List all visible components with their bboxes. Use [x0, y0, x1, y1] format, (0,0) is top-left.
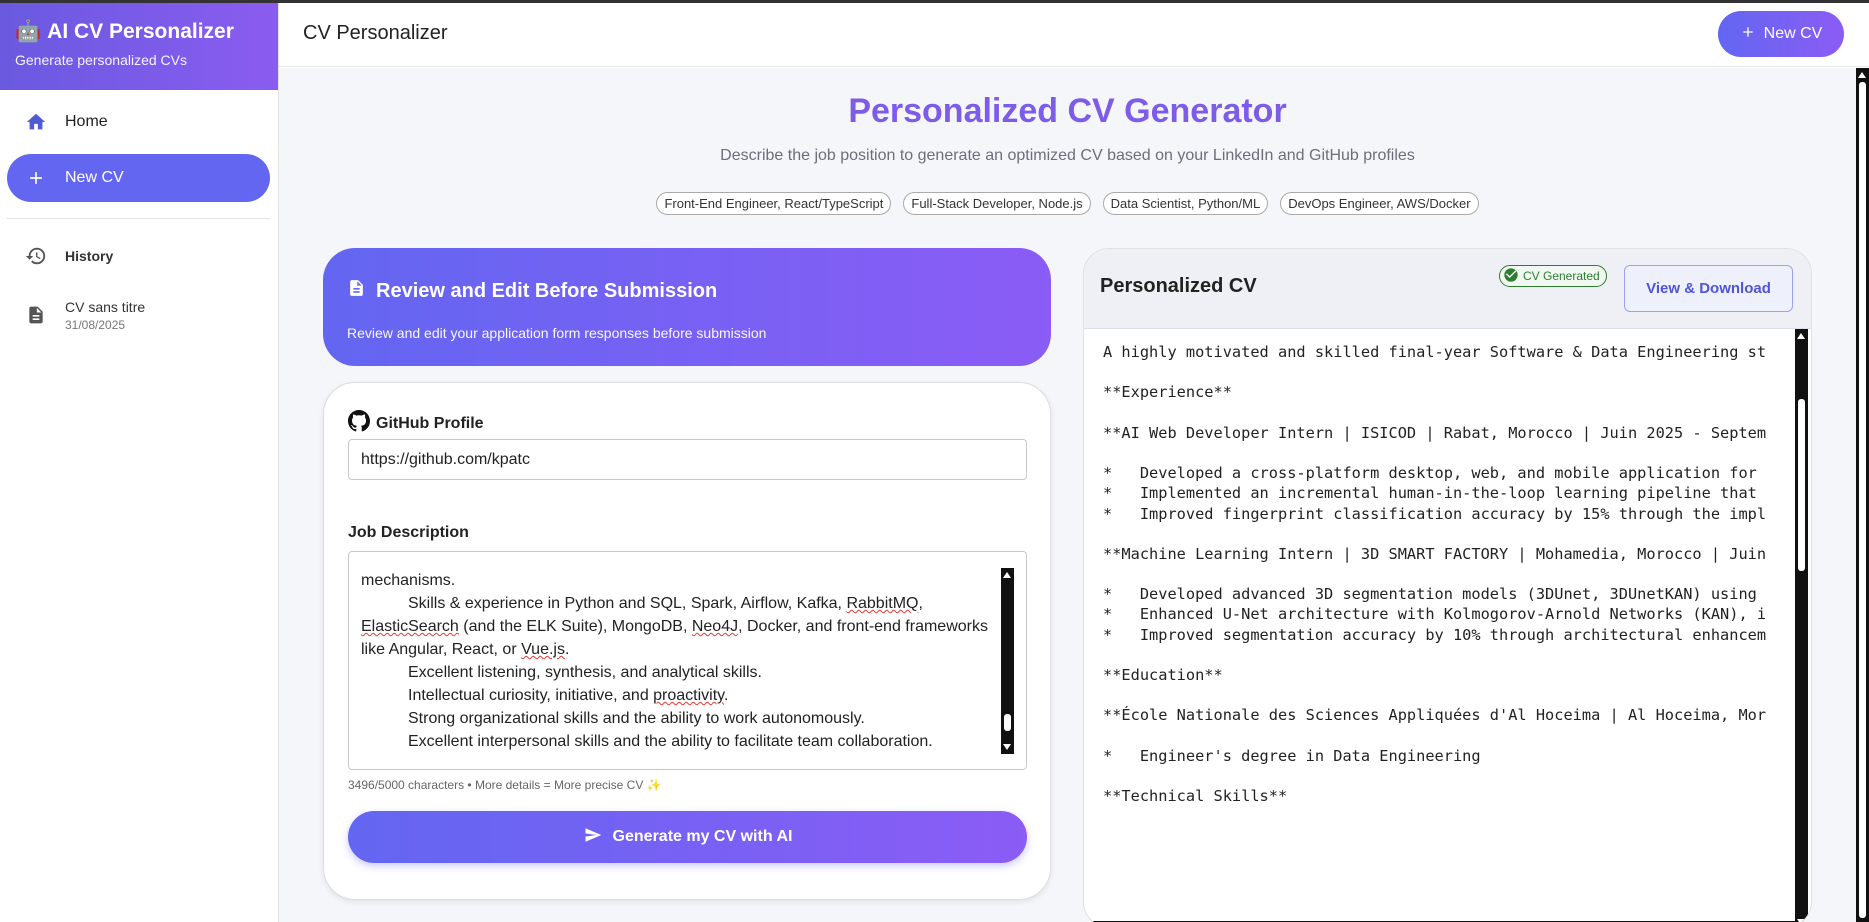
- sidebar: 🤖 AI CV Personalizer Generate personaliz…: [0, 0, 279, 922]
- home-icon: [7, 111, 65, 133]
- scroll-up-arrow-icon[interactable]: [1858, 72, 1866, 78]
- scroll-down-arrow-icon[interactable]: [1003, 744, 1011, 750]
- example-chips: Front-End Engineer, React/TypeScript Ful…: [279, 192, 1856, 215]
- scroll-up-arrow-icon[interactable]: [1003, 572, 1011, 578]
- cv-text-line: [1103, 524, 1795, 544]
- cv-vertical-scrollbar[interactable]: [1795, 329, 1808, 922]
- generate-cv-button-label: Generate my CV with AI: [612, 828, 793, 845]
- github-label-text: GitHub Profile: [376, 414, 484, 432]
- cv-text-line: **AI Web Developer Intern | ISICOD | Rab…: [1103, 423, 1767, 442]
- cv-text-line: * Engineer's degree in Data Engineering: [1103, 746, 1481, 765]
- character-count: 3496/5000 characters • More details = Mo…: [348, 778, 662, 792]
- cv-text-line: [1103, 726, 1795, 746]
- cv-text-line: * Developed a cross-platform desktop, we…: [1103, 464, 1757, 483]
- sidebar-divider: [7, 218, 270, 219]
- form-card: GitHub Profile Job Description mechanism…: [323, 382, 1051, 900]
- plus-icon: [7, 168, 65, 188]
- cv-text-content[interactable]: A highly motivated and skilled final-yea…: [1084, 330, 1795, 922]
- job-description-textarea[interactable]: mechanisms. Skills & experience in Pytho…: [348, 551, 1027, 770]
- brand-header: 🤖 AI CV Personalizer Generate personaliz…: [0, 0, 278, 90]
- cv-text-line: **Machine Learning Intern | 3D SMART FAC…: [1103, 544, 1767, 563]
- send-icon: [583, 826, 603, 849]
- review-card-subtitle: Review and edit your application form re…: [347, 325, 767, 341]
- new-cv-button-label: New CV: [1763, 25, 1823, 42]
- nav-item-new-cv-label: New CV: [65, 169, 124, 186]
- history-item-title: CV sans titre: [65, 298, 146, 315]
- brand-title: 🤖 AI CV Personalizer: [15, 20, 278, 44]
- history-label: History: [65, 248, 114, 264]
- job-description-text: mechanisms. Skills & experience in Pytho…: [361, 572, 988, 750]
- cv-text-line: [1103, 564, 1795, 584]
- job-description-scrollbar[interactable]: [1001, 568, 1014, 754]
- document-icon: [347, 277, 366, 305]
- brand-subtitle: Generate personalized CVs: [15, 52, 187, 68]
- cv-panel: Personalized CV CV Generated View & Down…: [1083, 248, 1812, 922]
- status-badge: CV Generated: [1499, 265, 1607, 287]
- page-title: CV Personalizer: [303, 22, 448, 44]
- history-header: History: [7, 240, 270, 272]
- scroll-thumb[interactable]: [1004, 714, 1011, 731]
- cv-text-line: [1103, 766, 1795, 786]
- main-content: Personalized CV Generator Describe the j…: [279, 68, 1856, 922]
- scroll-thumb[interactable]: [1798, 399, 1805, 571]
- nav-item-home[interactable]: Home: [7, 98, 270, 146]
- cv-panel-title: Personalized CV: [1100, 275, 1257, 297]
- review-card-title: Review and Edit Before Submission: [376, 279, 718, 302]
- github-icon: [348, 410, 370, 437]
- cv-text-line: * Developed advanced 3D segmentation mod…: [1103, 585, 1757, 604]
- history-icon: [7, 245, 65, 267]
- cv-text-line: [1103, 645, 1795, 665]
- nav-item-new-cv[interactable]: New CV: [7, 154, 270, 202]
- review-card-header: Review and Edit Before Submission: [347, 277, 1027, 305]
- history-item-date: 31/08/2025: [65, 317, 126, 332]
- cv-panel-header: Personalized CV CV Generated View & Down…: [1084, 249, 1811, 329]
- cv-text-line: [1103, 403, 1795, 423]
- cv-text-line: * Enhanced U-Net architecture with Kolmo…: [1103, 605, 1767, 624]
- top-bar: CV Personalizer New CV: [279, 0, 1869, 67]
- scroll-thumb[interactable]: [1859, 82, 1866, 918]
- page-scrollbar[interactable]: [1856, 68, 1869, 922]
- job-description-label: Job Description: [348, 524, 469, 541]
- cv-text-line: [1103, 685, 1795, 705]
- scroll-up-arrow-icon[interactable]: [1797, 333, 1805, 339]
- plus-icon: [1740, 24, 1756, 45]
- cv-text-line: **Education**: [1103, 666, 1223, 684]
- github-url-input[interactable]: [348, 439, 1027, 480]
- cv-text-line: * Implemented an incremental human-in-th…: [1103, 484, 1757, 503]
- brand-title-text: AI CV Personalizer: [47, 20, 234, 43]
- view-download-button[interactable]: View & Download: [1624, 265, 1793, 312]
- cv-text-line: * Improved fingerprint classification ac…: [1103, 504, 1767, 523]
- check-circle-icon: [1503, 267, 1519, 286]
- cv-text-line: **École Nationale des Sciences Appliquée…: [1103, 706, 1767, 725]
- hero-subtitle: Describe the job position to generate an…: [720, 147, 1415, 164]
- cv-text-line: **Technical Skills**: [1103, 787, 1288, 806]
- example-chip[interactable]: Front-End Engineer, React/TypeScript: [656, 192, 892, 215]
- cv-text-line: [1103, 443, 1795, 463]
- status-badge-label: CV Generated: [1523, 269, 1600, 283]
- cv-text-line: **Experience**: [1103, 383, 1232, 402]
- review-card: Review and Edit Before Submission Review…: [323, 248, 1051, 366]
- cv-text-line: * Improved segmentation accuracy by 10% …: [1103, 625, 1767, 644]
- history-item[interactable]: CV sans titre 31/08/2025: [7, 294, 270, 336]
- hero-title: Personalized CV Generator: [848, 92, 1287, 130]
- cv-text-line: A highly motivated and skilled final-yea…: [1103, 343, 1767, 361]
- generate-cv-button[interactable]: Generate my CV with AI: [348, 811, 1027, 863]
- new-cv-button[interactable]: New CV: [1718, 11, 1844, 57]
- cv-text-line: [1103, 362, 1795, 382]
- document-icon: [7, 304, 65, 326]
- nav-item-home-label: Home: [65, 113, 108, 130]
- example-chip[interactable]: DevOps Engineer, AWS/Docker: [1280, 192, 1479, 215]
- robot-icon: 🤖: [15, 20, 42, 43]
- example-chip[interactable]: Full-Stack Developer, Node.js: [903, 192, 1091, 215]
- window-top-border: [0, 0, 1869, 3]
- example-chip[interactable]: Data Scientist, Python/ML: [1102, 192, 1269, 215]
- github-field-label: GitHub Profile: [348, 410, 484, 437]
